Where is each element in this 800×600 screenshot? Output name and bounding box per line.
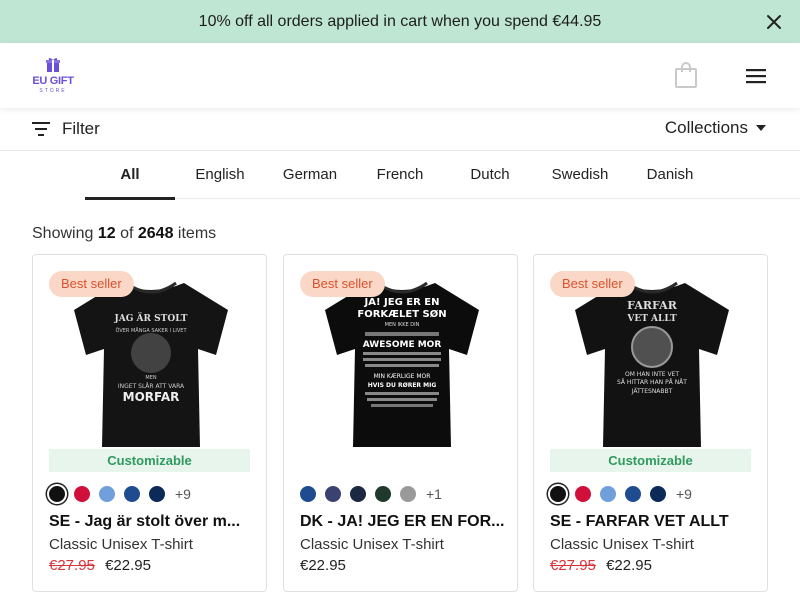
shirt-text-line: JA! JEG ER EN [364, 297, 440, 308]
best-seller-badge: Best seller [49, 271, 134, 297]
more-colors-count[interactable]: +1 [426, 486, 442, 502]
promo-text: 10% off all orders applied in cart when … [198, 12, 602, 30]
color-swatch-royal-blue[interactable] [124, 486, 140, 502]
customizable-label: Customizable [550, 449, 751, 472]
language-tabs: All English German French Dutch Swedish … [85, 151, 800, 200]
logo-subtext: STORE [39, 88, 67, 94]
shirt-text-line: MEN IKKE DIN [385, 322, 420, 328]
color-swatch-forest-green[interactable] [375, 486, 391, 502]
collections-label: Collections [664, 118, 748, 137]
sale-price: €22.95 [105, 557, 151, 574]
logo-text: EU GIFT [32, 75, 74, 87]
tab-french[interactable]: French [355, 151, 445, 198]
tab-english[interactable]: English [175, 151, 265, 198]
shirt-text-line: INGET SLÅR ATT VARA [118, 383, 185, 390]
hamburger-menu-icon[interactable] [745, 67, 767, 85]
color-swatches: +1 [300, 486, 442, 502]
color-swatches: +9 [550, 486, 692, 502]
results-count: Showing 12 of 2648 items [32, 225, 216, 243]
filter-label: Filter [62, 119, 100, 138]
shirt-text-line: VET ALLT [626, 314, 677, 324]
product-type: Classic Unisex T-shirt [49, 536, 193, 553]
tshirt-image: JA! JEG ER EN FORKÆLET SØN MEN IKKE DIN … [325, 281, 479, 447]
tab-all[interactable]: All [85, 151, 175, 200]
product-card[interactable]: Best seller JAG ÄR STOLT ÖVER MÅNGA SAKE… [32, 254, 267, 592]
more-colors-count[interactable]: +9 [676, 486, 692, 502]
shirt-text-line: OM HAN INTE VET [625, 371, 679, 378]
color-swatch-dark-navy[interactable] [350, 486, 366, 502]
best-seller-badge: Best seller [550, 271, 635, 297]
tab-dutch[interactable]: Dutch [445, 151, 535, 198]
shirt-text-line: MORFAR [123, 390, 180, 404]
shirt-text-line: FARFAR [627, 299, 678, 312]
shirt-text-line: AWESOME MOR [363, 340, 442, 350]
original-price: €27.95 [49, 557, 95, 574]
color-swatch-navy[interactable] [650, 486, 666, 502]
product-card[interactable]: Best seller JA! JEG ER EN FORKÆLET SØN M… [283, 254, 518, 592]
shopping-bag-icon[interactable] [674, 62, 698, 88]
sale-price: €22.95 [606, 557, 652, 574]
color-swatch-black[interactable] [550, 486, 566, 502]
shirt-text-line: FORKÆLET SØN [357, 308, 446, 320]
product-type: Classic Unisex T-shirt [550, 536, 694, 553]
color-swatch-black[interactable] [49, 486, 65, 502]
shirt-text-line: HVIS DU RØRER MIG [368, 382, 437, 389]
customizable-label: Customizable [49, 449, 250, 472]
close-icon[interactable] [764, 12, 784, 32]
results-shown: 12 [97, 225, 116, 242]
product-title[interactable]: SE - Jag är stolt över m... [49, 513, 254, 531]
promo-banner: 10% off all orders applied in cart when … [0, 0, 800, 43]
color-swatch-royal-blue[interactable] [625, 486, 641, 502]
tab-german[interactable]: German [265, 151, 355, 198]
color-swatch-red[interactable] [74, 486, 90, 502]
color-swatch-grey[interactable] [400, 486, 416, 502]
results-suffix: items [177, 225, 217, 242]
color-swatch-royal-blue[interactable] [300, 486, 316, 502]
color-swatches: +9 [49, 486, 191, 502]
store-logo[interactable]: EU GIFT STORE [30, 57, 76, 95]
shirt-text-line: SÅ HITTAR HAN PÅ NÅT [617, 379, 687, 386]
caret-down-icon [756, 125, 766, 131]
tshirt-image: FARFAR VET ALLT OM HAN INTE VET SÅ HITTA… [575, 281, 729, 447]
original-price: €27.95 [550, 557, 596, 574]
color-swatch-red[interactable] [575, 486, 591, 502]
more-colors-count[interactable]: +9 [175, 486, 191, 502]
filter-bar: Filter Collections [0, 108, 800, 151]
results-total: 2648 [137, 225, 174, 242]
color-swatch-light-blue[interactable] [600, 486, 616, 502]
product-title[interactable]: SE - FARFAR VET ALLT [550, 513, 755, 531]
color-swatch-light-blue[interactable] [99, 486, 115, 502]
best-seller-badge: Best seller [300, 271, 385, 297]
color-swatch-indigo[interactable] [325, 486, 341, 502]
filter-icon [32, 122, 50, 136]
price-block: €27.95 €22.95 [49, 557, 151, 574]
results-of: of [120, 225, 134, 242]
price-block: €27.95 €22.95 [550, 557, 652, 574]
collections-dropdown[interactable]: Collections [665, 118, 766, 138]
product-type: Classic Unisex T-shirt [300, 536, 444, 553]
sale-price: €22.95 [300, 557, 346, 574]
tab-swedish[interactable]: Swedish [535, 151, 625, 198]
price-block: €22.95 [300, 557, 346, 574]
product-card[interactable]: Best seller FARFAR VET ALLT OM HAN INTE … [533, 254, 768, 592]
site-header: EU GIFT STORE [0, 43, 800, 108]
shirt-text-line: ÖVER MÅNGA SAKER I LIVET [116, 327, 188, 334]
shirt-text-line: MIN KÆRLIGE MOR [374, 373, 431, 380]
product-title[interactable]: DK - JA! JEG ER EN FOR... [300, 513, 505, 531]
color-swatch-navy[interactable] [149, 486, 165, 502]
filter-button[interactable]: Filter [32, 119, 100, 139]
shirt-text-line: MEN [145, 375, 156, 381]
shirt-text-line: JÄTTESNABBT [631, 388, 673, 395]
tshirt-image: JAG ÄR STOLT ÖVER MÅNGA SAKER I LIVET ME… [74, 281, 228, 447]
results-prefix: Showing [32, 225, 94, 242]
tab-danish[interactable]: Danish [625, 151, 715, 198]
gift-icon [46, 58, 60, 72]
